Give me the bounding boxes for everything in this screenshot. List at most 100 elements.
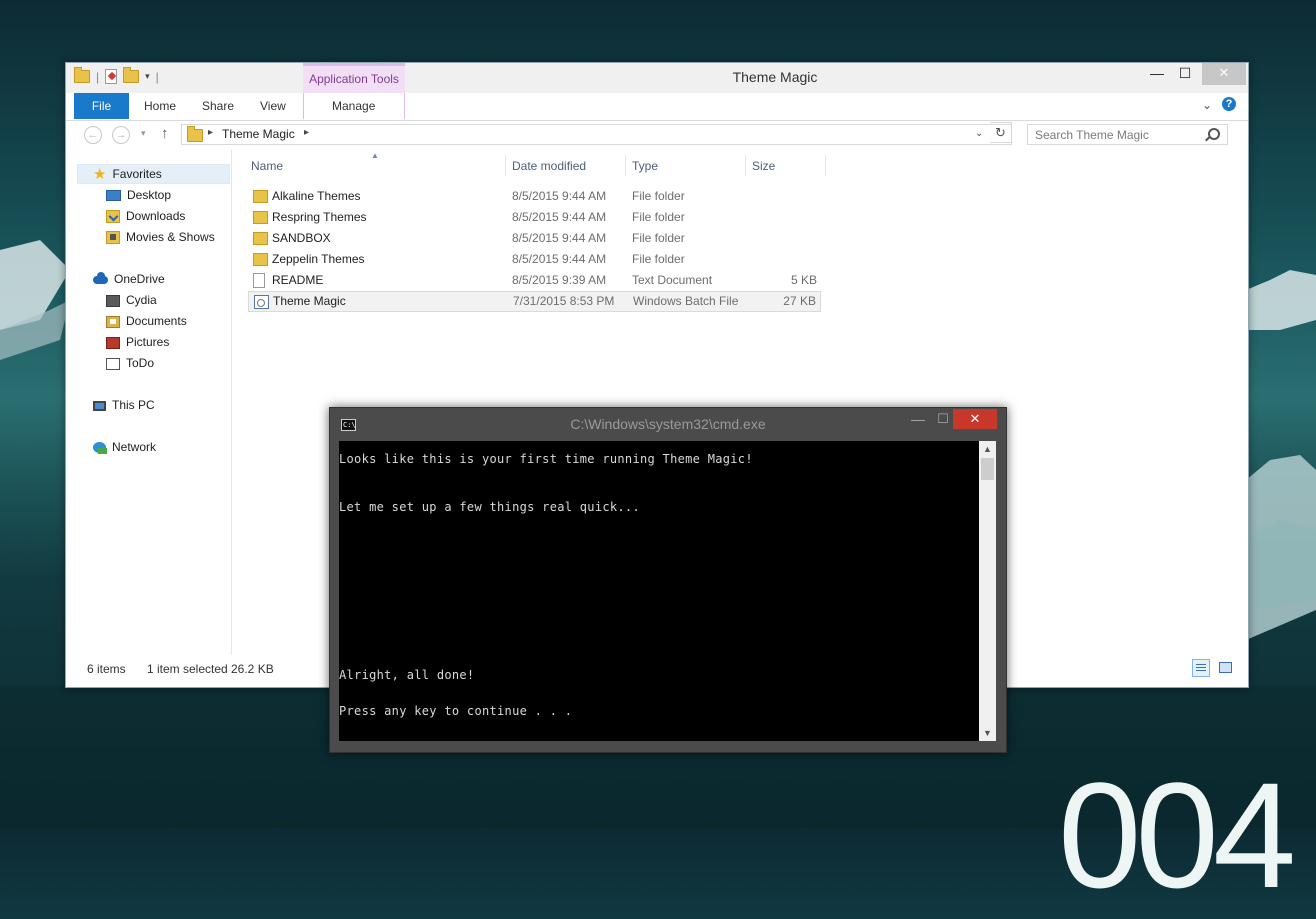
column-header-type[interactable]: Type [632, 153, 658, 179]
search-box[interactable]: Search Theme Magic [1027, 124, 1228, 145]
breadcrumb-chevron-icon[interactable]: ▸ [304, 127, 309, 138]
console-line: Let me set up a few things real quick... [339, 500, 640, 514]
folder-icon [253, 232, 268, 245]
scroll-thumb[interactable] [981, 458, 994, 480]
file-row[interactable]: Respring Themes 8/5/2015 9:44 AM File fo… [248, 207, 821, 228]
nav-label: Favorites [112, 167, 162, 181]
forward-button[interactable]: → [112, 126, 130, 144]
file-row-selected[interactable]: Theme Magic 7/31/2015 8:53 PM Windows Ba… [248, 291, 821, 312]
nav-downloads[interactable]: Downloads [106, 206, 185, 226]
properties-icon[interactable] [105, 69, 118, 84]
minimize-button[interactable]: — [1143, 63, 1171, 85]
folder-icon [253, 190, 268, 203]
downloads-icon [106, 210, 120, 224]
address-bar[interactable]: ▸ Theme Magic ▸ ⌄ [181, 124, 1012, 145]
tab-file[interactable]: File [74, 93, 129, 119]
batch-file-icon [254, 295, 269, 309]
quick-access-toolbar: | ▾ | [74, 67, 159, 84]
file-size: 5 KB [790, 273, 817, 287]
nav-desktop[interactable]: Desktop [106, 185, 171, 205]
column-header-date[interactable]: Date modified [512, 153, 586, 179]
nav-label: Cydia [126, 293, 157, 307]
breadcrumb-chevron-icon[interactable]: ▸ [208, 127, 213, 138]
scroll-up-icon[interactable]: ▲ [979, 441, 996, 457]
cmd-close-button[interactable]: ✕ [953, 409, 997, 429]
folder-icon [106, 294, 120, 307]
nav-onedrive[interactable]: OneDrive [93, 269, 165, 289]
file-size: 27 KB [783, 294, 816, 308]
details-view-icon[interactable] [1192, 659, 1210, 677]
text-document-icon [253, 273, 265, 288]
ribbon-tabs: File Home Share View Manage ⌄ ? [66, 93, 1248, 121]
console-line: Looks like this is your first time runni… [339, 452, 753, 466]
recent-locations-icon[interactable]: ▾ [141, 128, 146, 139]
application-tools-context-tab: Application Tools [303, 63, 405, 93]
tab-share[interactable]: Share [202, 93, 234, 119]
tab-view[interactable]: View [260, 93, 286, 119]
cmd-minimize-button[interactable]: — [905, 411, 931, 427]
column-divider[interactable] [625, 155, 626, 175]
file-row[interactable]: Alkaline Themes 8/5/2015 9:44 AM File fo… [248, 186, 821, 207]
file-row[interactable]: Zeppelin Themes 8/5/2015 9:44 AM File fo… [248, 249, 821, 270]
cmd-scrollbar[interactable]: ▲ ▼ [979, 441, 996, 741]
column-divider[interactable] [745, 155, 746, 175]
breadcrumb-theme-magic[interactable]: Theme Magic [222, 127, 295, 141]
file-date: 8/5/2015 9:44 AM [512, 252, 607, 266]
back-button[interactable]: ← [84, 126, 102, 144]
pictures-folder-icon [106, 336, 120, 349]
nav-pictures[interactable]: Pictures [106, 332, 169, 352]
maximize-button[interactable]: ☐ [1171, 63, 1199, 85]
nav-todo[interactable]: ToDo [106, 353, 154, 373]
nav-label: OneDrive [114, 272, 165, 286]
address-dropdown-icon[interactable]: ⌄ [975, 128, 983, 139]
desktop-icon [106, 190, 121, 202]
close-button[interactable]: ✕ [1202, 63, 1246, 85]
nav-movies-shows[interactable]: Movies & Shows [106, 227, 215, 247]
file-row[interactable]: README 8/5/2015 9:39 AM Text Document 5 … [248, 270, 821, 291]
sort-ascending-icon: ▲ [371, 151, 379, 160]
console-output[interactable]: Looks like this is your first time runni… [339, 441, 979, 741]
scroll-down-icon[interactable]: ▼ [979, 725, 996, 741]
customize-qat-icon[interactable]: ▾ [145, 71, 150, 82]
star-icon: ★ [93, 165, 107, 183]
nav-favorites[interactable]: ★ Favorites [93, 164, 162, 184]
file-type: File folder [632, 252, 685, 266]
help-icon[interactable]: ? [1222, 97, 1236, 111]
column-divider[interactable] [505, 155, 506, 175]
new-folder-icon[interactable] [123, 67, 140, 83]
up-button[interactable]: ↑ [161, 125, 169, 142]
tab-home[interactable]: Home [144, 93, 176, 119]
file-name: Respring Themes [272, 210, 367, 224]
file-type: Windows Batch File [633, 294, 739, 308]
search-input[interactable]: Search Theme Magic [1035, 128, 1149, 142]
nav-network[interactable]: Network [93, 437, 156, 457]
refresh-button[interactable]: ↻ [990, 122, 1012, 143]
column-header-name[interactable]: Name [251, 153, 283, 179]
tab-manage[interactable]: Manage [332, 93, 375, 119]
separator: | [96, 69, 100, 84]
file-type: Text Document [632, 273, 713, 287]
nav-this-pc[interactable]: This PC [93, 395, 155, 415]
folder-icon [187, 126, 203, 142]
nav-cydia[interactable]: Cydia [106, 290, 157, 310]
cmd-window[interactable]: C:\ C:\Windows\system32\cmd.exe — ☐ ✕ Lo… [329, 407, 1007, 753]
navigation-bar: ← → ▾ ↑ ▸ Theme Magic ▸ ⌄ ↻ Search Theme… [66, 120, 1248, 150]
file-name: Theme Magic [273, 294, 346, 308]
column-header-size[interactable]: Size [752, 153, 775, 179]
explorer-titlebar[interactable]: | ▾ | Application Tools Theme Magic — ☐ … [66, 63, 1248, 93]
column-divider[interactable] [825, 155, 826, 175]
console-line: Alright, all done! [339, 668, 475, 682]
nav-label: Documents [126, 314, 187, 328]
nav-label: Movies & Shows [126, 230, 215, 244]
expand-ribbon-icon[interactable]: ⌄ [1202, 98, 1212, 112]
file-row[interactable]: SANDBOX 8/5/2015 9:44 AM File folder [248, 228, 821, 249]
file-name: README [272, 273, 324, 287]
documents-folder-icon [106, 315, 120, 328]
file-date: 8/5/2015 9:44 AM [512, 210, 607, 224]
file-type: File folder [632, 210, 685, 224]
nav-documents[interactable]: Documents [106, 311, 187, 331]
nav-label: This PC [112, 398, 155, 412]
computer-icon [93, 400, 106, 411]
folder-icon [106, 357, 120, 370]
large-icons-view-icon[interactable] [1216, 659, 1234, 677]
